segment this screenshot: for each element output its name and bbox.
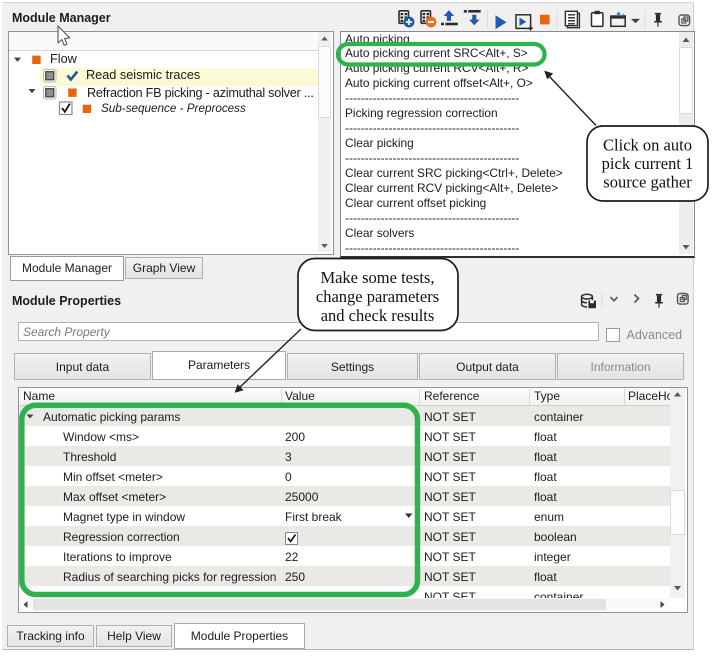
svg-text:Make some tests,: Make some tests, (320, 268, 434, 287)
svg-text:change parameters: change parameters (316, 287, 439, 306)
svg-text:pick current 1: pick current 1 (602, 154, 694, 173)
svg-text:source gather: source gather (603, 173, 692, 192)
svg-text:Click on auto: Click on auto (603, 136, 692, 155)
svg-text:and check results: and check results (321, 306, 435, 325)
